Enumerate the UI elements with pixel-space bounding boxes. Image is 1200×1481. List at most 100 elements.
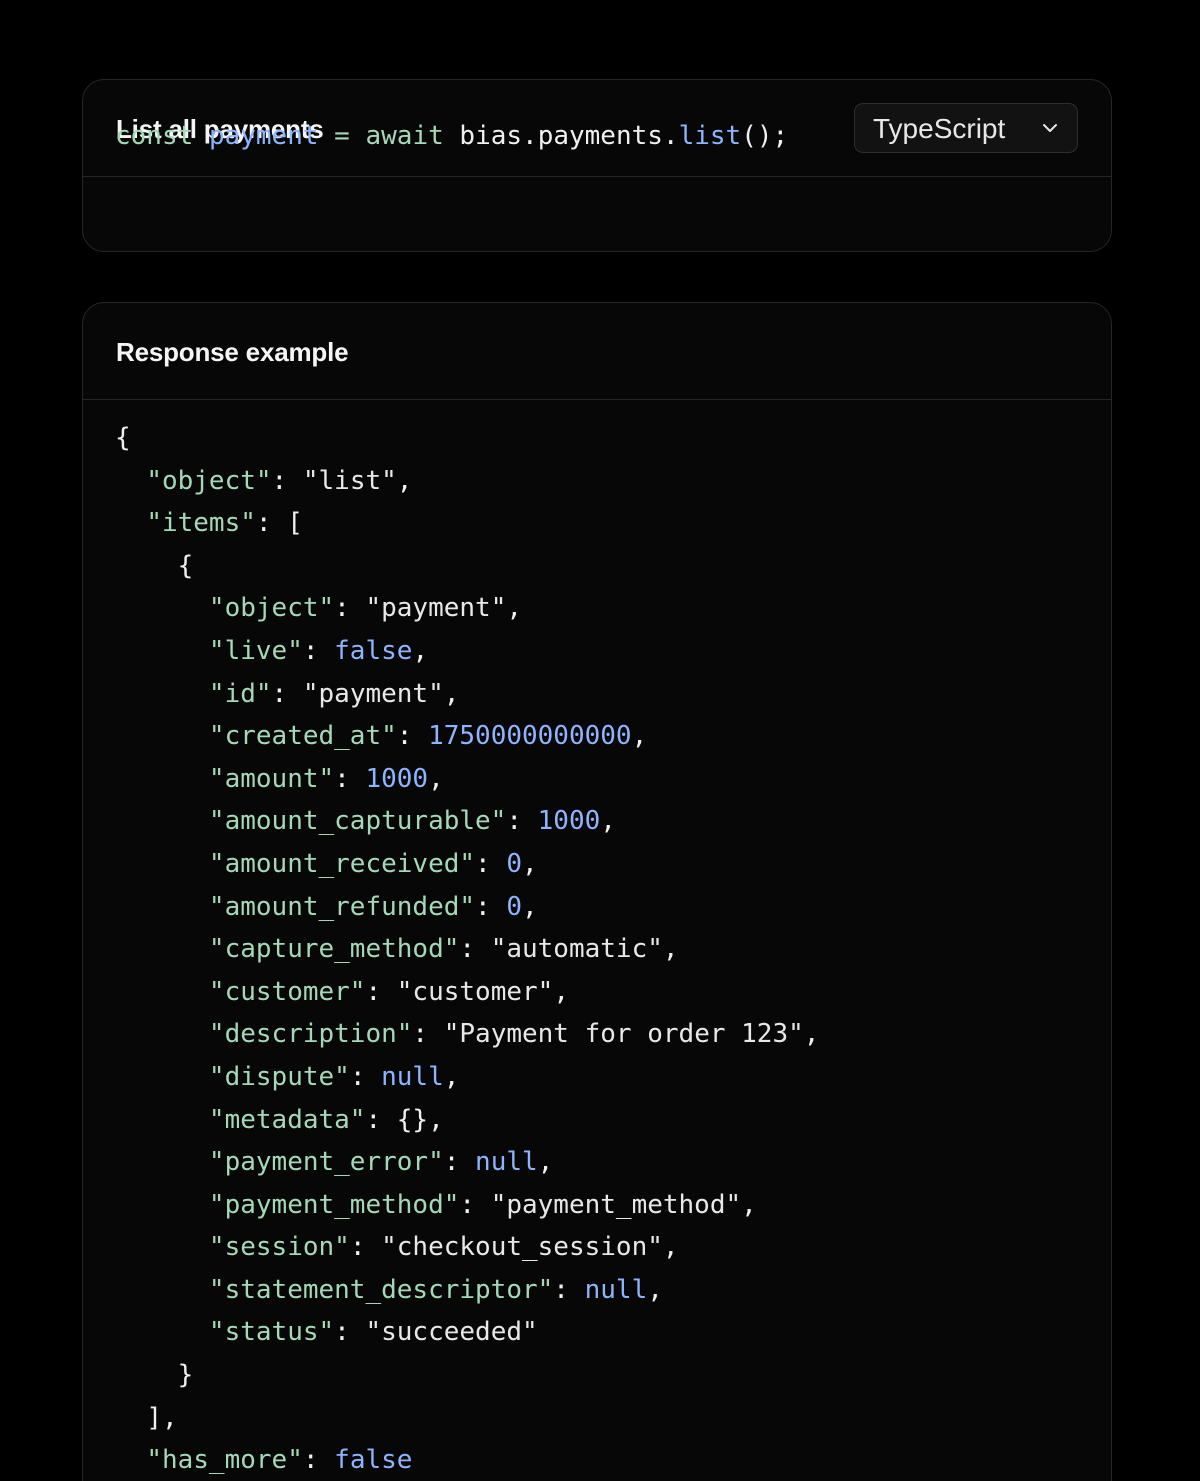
json-key: "object" [146,465,272,496]
json-key: "amount_capturable" [208,806,507,837]
json-comma: , [412,635,429,666]
code-line: "statement_descriptor": null, [208,1274,663,1305]
code-line: "customer": "customer", [208,976,569,1007]
json-key: "payment_error" [208,1147,444,1178]
json-value: "payment_method" [490,1189,742,1220]
code-line: "dispute": null, [208,1061,460,1092]
code-line: ], [115,1397,819,1440]
json-key: "session" [208,1232,350,1263]
json-comma: , [803,1019,820,1050]
code-line: { [115,417,819,460]
json-key: "metadata" [208,1104,366,1135]
json-value: "succeeded" [365,1317,538,1348]
json-key: "object" [208,593,335,624]
code-object-path: bias.payments. [459,121,679,151]
json-key: "live" [208,635,303,666]
json-key: "amount_refunded" [208,891,476,922]
code-line: "object": "list", [146,465,413,496]
code-line: "has_more": false [146,1445,413,1476]
code-line: "metadata": {}, [208,1104,444,1135]
json-value: false [334,635,413,666]
code-line: "capture_method": "automatic", [208,934,679,965]
json-key: "amount" [208,763,335,794]
code-line: { [115,545,819,588]
json-key: "capture_method" [208,934,460,965]
code-line: "amount_received": 0, [208,848,538,879]
json-value: "payment" [302,678,444,709]
response-card-title: Response example [116,337,349,367]
response-card-header: Response example [83,303,1111,400]
chevron-down-icon [1043,124,1057,132]
json-comma: , [647,1274,663,1305]
code-line: "amount_refunded": 0, [208,891,538,922]
code-tail: (); [741,121,789,151]
json-key: "description" [208,1019,413,1050]
json-key: "has_more" [146,1445,303,1476]
json-comma: , [553,976,569,1007]
json-value: null [381,1061,444,1092]
json-comma: , [631,721,648,752]
json-key: "payment_method" [208,1189,460,1220]
json-value: "Payment for order 123" [443,1019,804,1050]
request-code-block: const payment = await bias.payments.list… [115,115,788,157]
json-value: "list" [302,465,397,496]
json-key: "items" [146,508,256,539]
code-line: "items": [ [146,508,303,539]
json-key: "dispute" [208,1061,350,1092]
code-line: } [115,1354,819,1397]
code-line: "object": "payment", [208,593,523,624]
code-line: "amount_capturable": 1000, [208,806,616,837]
json-comma: , [537,1147,554,1178]
json-comma: , [522,891,538,922]
json-value: {} [396,1104,429,1135]
json-key: "statement_descriptor" [208,1274,554,1305]
json-value: null [584,1274,648,1305]
json-comma: , [662,1232,679,1263]
json-comma: , [443,678,460,709]
json-key: "created_at" [208,721,397,752]
code-variable: payment [208,121,319,151]
code-line: "created_at": 1750000000000, [208,721,648,752]
json-value: 0 [506,848,522,879]
request-code-card: List all payments TypeScript [82,79,1112,252]
json-value: 1750000000000 [428,721,632,752]
code-line: "id": "payment", [208,678,460,709]
json-open-brace: { [115,423,131,453]
code-method: list [678,121,742,151]
json-value: 0 [506,891,522,922]
code-line: "amount": 1000, [208,763,444,794]
code-line: "session": "checkout_session", [208,1232,679,1263]
json-key: "status" [208,1317,335,1348]
json-comma: , [662,934,679,965]
json-comma: , [428,1104,444,1135]
json-value: 1000 [365,763,429,794]
code-line: "payment_method": "payment_method", [208,1189,757,1220]
json-comma: , [741,1189,757,1220]
json-value: "checkout_session" [381,1232,663,1263]
code-line: "payment_error": null, [208,1147,554,1178]
code-keyword-await: await [365,121,444,151]
json-value: false [334,1445,413,1476]
json-comma: , [522,848,538,879]
code-line: "live": false, [208,635,429,666]
json-comma: , [443,1061,460,1092]
json-value: 1000 [537,806,601,837]
response-code-block: { "object": "list", "items": [ { "object… [115,417,819,1481]
json-comma: , [600,806,616,837]
code-line: "description": "Payment for order 123", [208,1019,820,1050]
json-value: "customer" [396,976,554,1007]
json-key: "id" [208,678,272,709]
json-comma: , [506,593,523,624]
language-select-label: TypeScript [873,113,1006,144]
code-keyword-const: const [115,121,194,151]
json-value: null [475,1147,538,1178]
code-line: "status": "succeeded" [208,1317,538,1348]
language-select[interactable]: TypeScript [854,103,1078,153]
json-item-close: } [177,1360,194,1391]
json-key: "customer" [208,976,366,1007]
json-array-close: ], [146,1402,178,1433]
json-array-open: [ [287,508,303,539]
json-value: "automatic" [490,934,663,965]
json-value: "payment" [365,593,507,624]
json-comma: , [428,763,444,794]
